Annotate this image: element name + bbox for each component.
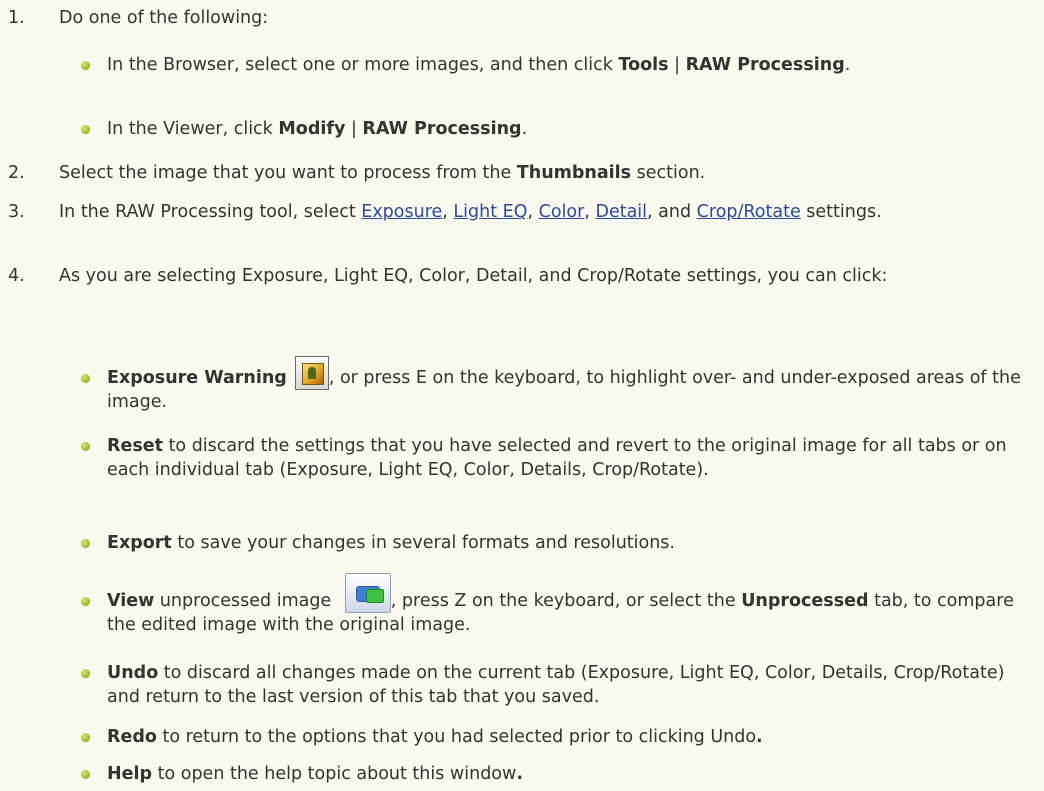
link-detail[interactable]: Detail — [595, 202, 647, 222]
bullet-text: In the Browser, select one or more image… — [107, 55, 851, 75]
menu-raw-processing: RAW Processing — [362, 119, 522, 139]
bullet-icon — [81, 61, 90, 70]
bullet-icon — [81, 442, 90, 451]
bullet-text: Undo to discard all changes made on the … — [107, 663, 1005, 707]
bullet-text: Export to save your changes in several f… — [107, 533, 675, 553]
help-document: 1. Do one of the following: In the Brows… — [0, 0, 1044, 791]
bullet-text: Reset to discard the settings that you h… — [107, 436, 1007, 480]
step-number: 3. — [8, 202, 25, 222]
step-text: Do one of the following: — [59, 8, 269, 28]
export-label: Export — [107, 533, 172, 553]
exposure-warning-label: Exposure Warning — [107, 368, 287, 388]
link-light-eq[interactable]: Light EQ — [453, 202, 527, 222]
help-label: Help — [107, 764, 153, 784]
undo-label: Undo — [107, 663, 159, 683]
bullet-text: Exposure Warning, or press E on the keyb… — [107, 356, 1032, 414]
bullet-icon — [81, 539, 90, 548]
bullet-icon — [81, 374, 90, 383]
bullet-icon — [81, 597, 90, 606]
bullet-text: View unprocessed image , press Z on the … — [107, 573, 1032, 637]
unprocessed-tab-label: Unprocessed — [741, 591, 869, 611]
bullet-text: Redo to return to the options that you h… — [107, 727, 763, 747]
bullet-text: In the Viewer, click Modify | RAW Proces… — [107, 119, 528, 139]
redo-label: Redo — [107, 727, 157, 747]
step-text: As you are selecting Exposure, Light EQ,… — [59, 266, 888, 286]
bullet-icon — [81, 125, 90, 134]
link-color[interactable]: Color — [539, 202, 585, 222]
bullet-icon — [81, 733, 90, 742]
step-text: In the RAW Processing tool, select Expos… — [59, 202, 882, 222]
exposure-warning-icon[interactable] — [294, 356, 329, 390]
reset-label: Reset — [107, 436, 163, 456]
menu-tools: Tools — [618, 55, 669, 75]
view-unprocessed-icon[interactable] — [344, 573, 391, 613]
step-text: Select the image that you want to proces… — [59, 163, 706, 183]
menu-raw-processing: RAW Processing — [685, 55, 845, 75]
step-number: 1. — [8, 8, 25, 28]
link-exposure[interactable]: Exposure — [361, 202, 442, 222]
bullet-text: Help to open the help topic about this w… — [107, 764, 523, 784]
view-label: View — [107, 591, 155, 611]
step-number: 2. — [8, 163, 25, 183]
link-crop-rotate[interactable]: Crop/Rotate — [697, 202, 801, 222]
bullet-icon — [81, 770, 90, 779]
step-number: 4. — [8, 266, 25, 286]
menu-modify: Modify — [278, 119, 346, 139]
bullet-icon — [81, 669, 90, 678]
